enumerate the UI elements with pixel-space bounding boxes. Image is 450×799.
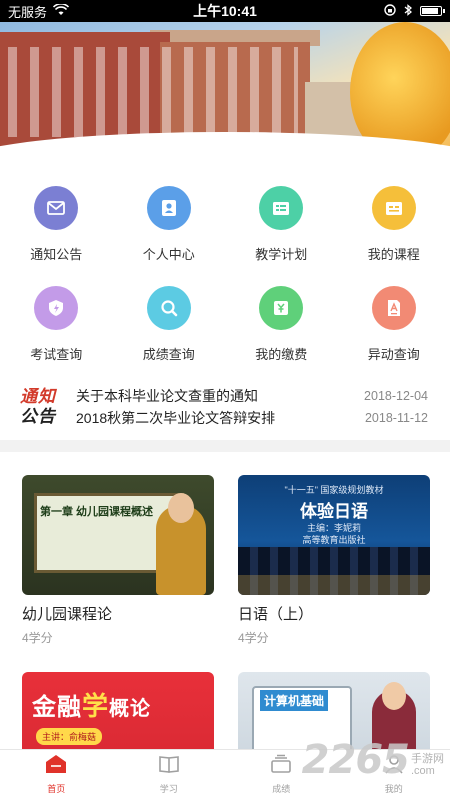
plan-icon <box>259 186 304 230</box>
search-icon <box>146 286 191 330</box>
course-thumbnail: "十一五" 国家级规划教材 体验日语 主编：李妮莉 高等教育出版社 <box>238 475 430 595</box>
grid-item-notice[interactable]: 通知公告 <box>0 180 113 280</box>
book-icon <box>158 754 180 779</box>
home-icon <box>45 754 67 779</box>
notice-section: 通知 公告 关于本科毕业论文查重的通知 2018-12-04 2018秋第二次毕… <box>0 378 450 436</box>
notice-title: 关于本科毕业论文查重的通知 <box>76 388 258 404</box>
notice-date: 2018-12-04 <box>364 389 428 403</box>
exam-icon <box>34 286 79 330</box>
course-card[interactable]: "十一五" 国家级规划教材 体验日语 主编：李妮莉 高等教育出版社 日语（上） … <box>238 475 430 646</box>
thumb-title: 计算机基础 <box>260 690 329 711</box>
grid-item-status-change[interactable]: 异动查询 <box>338 280 450 380</box>
notice-title: 2018秋第二次毕业论文答辩安排 <box>76 410 276 426</box>
thumb-title-b: 学 <box>82 691 110 721</box>
notice-list: 关于本科毕业论文查重的通知 2018-12-04 2018秋第二次毕业论文答辩安… <box>76 385 428 429</box>
course-name: 幼儿园课程论 <box>22 606 113 623</box>
thumb-top: "十一五" 国家级规划教材 <box>284 485 384 495</box>
nav-label: 首页 <box>47 784 66 794</box>
grid-label: 异动查询 <box>367 347 420 362</box>
notice-date: 2018-11-12 <box>364 411 428 425</box>
thumb-sub1: 主编：李妮莉 <box>306 523 361 533</box>
course-credit: 4学分 <box>238 631 269 645</box>
grid-label: 通知公告 <box>30 247 83 262</box>
notice-item[interactable]: 2018秋第二次毕业论文答辩安排 2018-11-12 <box>76 407 428 429</box>
notice-logo-line2: 公告 <box>20 407 56 426</box>
status-bar: 无服务 上午10:41 <box>0 0 450 22</box>
course-icon <box>371 186 416 230</box>
grid-item-grades[interactable]: 成绩查询 <box>113 280 226 380</box>
nav-study[interactable]: 学习 <box>113 750 226 799</box>
nav-label: 学习 <box>159 784 178 794</box>
payment-icon <box>259 286 304 330</box>
grade-icon <box>270 754 292 779</box>
notice-logo-line1: 通知 <box>20 387 56 406</box>
grid-label: 我的缴费 <box>255 347 308 362</box>
thumb-sub2: 高等教育出版社 <box>302 535 366 545</box>
bluetooth-icon <box>404 3 413 19</box>
watermark: 2265 手游网 .com <box>302 737 444 783</box>
campus-banner[interactable] <box>0 22 450 162</box>
watermark-text1: 手游网 <box>411 753 444 765</box>
thumb-title-a: 金融 <box>32 694 82 721</box>
battery-icon <box>420 6 445 16</box>
grid-item-payment[interactable]: 我的缴费 <box>225 280 338 380</box>
watermark-number: 2265 <box>301 737 410 783</box>
feature-grid: 通知公告 个人中心 教学计划 我的课程 考试查询 成绩查询 我的缴费 异动查询 <box>0 180 450 380</box>
grid-item-profile[interactable]: 个人中心 <box>113 180 226 280</box>
grid-label: 考试查询 <box>30 347 83 362</box>
grid-item-my-courses[interactable]: 我的课程 <box>338 180 450 280</box>
grid-item-teaching-plan[interactable]: 教学计划 <box>225 180 338 280</box>
nav-label: 我的 <box>384 784 403 794</box>
course-thumbnail: 第一章 幼儿园课程概述 <box>22 475 214 595</box>
user-icon <box>146 186 191 230</box>
grid-label: 我的课程 <box>367 247 420 262</box>
watermark-text2: .com <box>411 765 435 777</box>
section-divider <box>0 440 450 452</box>
course-name: 日语（上） <box>238 606 314 623</box>
wifi-icon <box>52 2 70 19</box>
nav-home[interactable]: 首页 <box>0 750 113 799</box>
thumb-sub: 主讲：俞梅菇 <box>36 728 103 745</box>
carrier-label: 无服务 <box>8 4 48 20</box>
change-icon <box>371 286 416 330</box>
rotation-lock-icon <box>384 3 396 19</box>
grid-label: 个人中心 <box>142 247 195 262</box>
mail-icon <box>34 186 79 230</box>
course-card[interactable]: 第一章 幼儿园课程概述 幼儿园课程论 4学分 <box>22 475 214 646</box>
thumb-text: 第一章 幼儿园课程概述 <box>40 506 154 518</box>
thumb-title-c: 概论 <box>109 698 152 720</box>
grid-label: 教学计划 <box>255 247 308 262</box>
grid-item-exam[interactable]: 考试查询 <box>0 280 113 380</box>
notice-logo: 通知 公告 <box>20 387 64 427</box>
grid-label: 成绩查询 <box>142 347 195 362</box>
nav-label: 成绩 <box>272 784 291 794</box>
thumb-title: 体验日语 <box>300 502 368 521</box>
course-credit: 4学分 <box>22 631 53 645</box>
notice-item[interactable]: 关于本科毕业论文查重的通知 2018-12-04 <box>76 385 428 407</box>
